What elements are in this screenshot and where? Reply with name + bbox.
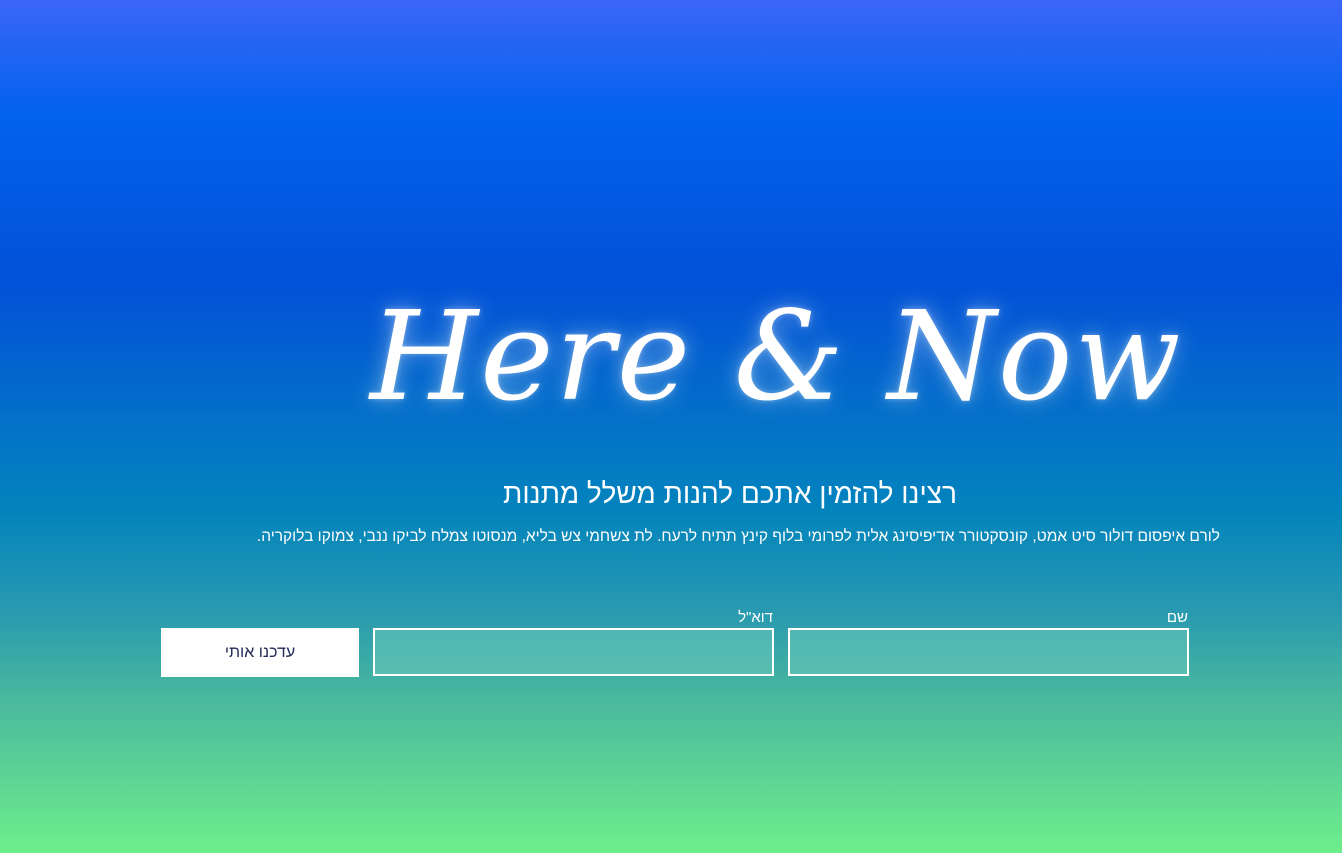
update-me-button[interactable]: עדכנו אותי <box>161 628 359 677</box>
name-field-label: שם <box>1166 609 1188 626</box>
email-field-label: דוא"ל <box>738 609 773 626</box>
hero-title: Here & Now <box>370 285 1183 429</box>
email-field[interactable] <box>373 628 774 676</box>
name-field[interactable] <box>788 628 1189 676</box>
hero-subtitle: רצינו להזמין אתכם להנות משלל מתנות <box>503 478 957 509</box>
hero-description: לורם איפסום דולור סיט אמט, קונסקטורר אדי… <box>256 528 1220 545</box>
